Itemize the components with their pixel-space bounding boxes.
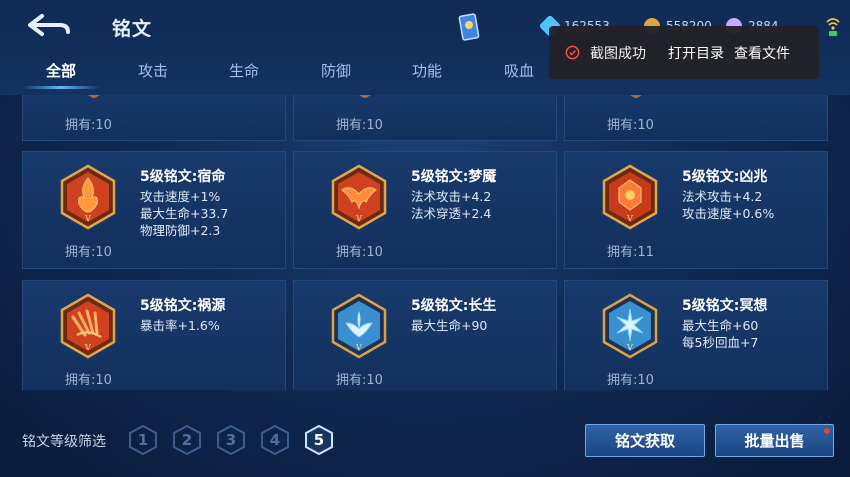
check-circle-icon xyxy=(565,45,580,60)
svg-text:V: V xyxy=(355,343,362,352)
owned-count: 拥有:10 xyxy=(65,245,112,260)
inscription-name: 5级铭文:凶兆 xyxy=(682,169,768,185)
open-folder-link[interactable]: 打开目录 xyxy=(668,43,724,63)
svg-text:V: V xyxy=(84,343,91,352)
meditation-emblem-icon: V xyxy=(602,293,658,359)
inscription-card[interactable]: 拥有:10 xyxy=(564,95,828,141)
inscription-stats: 法术攻击+4.2 法术穿透+2.4 xyxy=(411,189,492,221)
inscription-stats: 暴击率+1.6% xyxy=(140,318,220,333)
bulk-sell-button[interactable]: 批量出售 xyxy=(715,424,834,457)
nightmare-emblem-icon: V xyxy=(331,164,387,230)
notification-dot-icon xyxy=(824,428,830,434)
level-filter-5[interactable]: 5 xyxy=(304,424,334,456)
bulk-sell-label: 批量出售 xyxy=(744,432,805,450)
owned-count: 拥有:10 xyxy=(336,245,383,260)
svg-text:V: V xyxy=(626,343,633,352)
tab-all[interactable]: 全部 xyxy=(46,60,76,81)
back-arrow-icon[interactable] xyxy=(24,12,72,40)
inscription-obtain-button[interactable]: 铭文获取 xyxy=(585,424,705,457)
card-bag-icon[interactable] xyxy=(458,12,480,42)
inscription-card-fate[interactable]: V 5级铭文:宿命 攻击速度+1% 最大生命+33.7 物理防御+2.3 拥有:… xyxy=(22,151,286,269)
inscription-card-meditation[interactable]: V 5级铭文:冥想 最大生命+60 每5秒回血+7 拥有:10 xyxy=(564,280,828,390)
svg-text:V: V xyxy=(626,214,633,223)
tab-function[interactable]: 功能 xyxy=(412,60,442,81)
category-tabs: 全部 攻击 生命 防御 功能 吸血 xyxy=(0,56,560,92)
owned-count: 拥有:11 xyxy=(607,245,654,260)
inscription-name: 5级铭文:冥想 xyxy=(682,298,768,314)
inscription-stats: 法术攻击+4.2 攻击速度+0.6% xyxy=(682,189,775,221)
omen-emblem-icon: V xyxy=(602,164,658,230)
owned-count: 拥有:10 xyxy=(336,373,383,388)
fate-emblem-icon: V xyxy=(60,164,116,230)
tab-defense[interactable]: 防御 xyxy=(321,60,351,81)
inscription-name: 5级铭文:祸源 xyxy=(140,298,226,314)
inscription-stats: 攻击速度+1% 最大生命+33.7 物理防御+2.3 xyxy=(140,189,229,238)
inscription-card-longevity[interactable]: V 5级铭文:长生 最大生命+90 拥有:10 xyxy=(293,280,557,390)
calamity-emblem-icon: V xyxy=(60,293,116,359)
emblem-fragment-icon xyxy=(88,95,100,98)
page-title: 铭文 xyxy=(112,18,153,40)
inscription-card[interactable]: 拥有:10 xyxy=(22,95,286,141)
owned-count: 拥有:10 xyxy=(65,373,112,388)
toast-message: 截图成功 xyxy=(590,45,646,62)
owned-count: 拥有:10 xyxy=(65,118,112,133)
inscription-card-nightmare[interactable]: V 5级铭文:梦魇 法术攻击+4.2 法术穿透+2.4 拥有:10 xyxy=(293,151,557,269)
svg-text:V: V xyxy=(84,214,91,223)
inscription-name: 5级铭文:长生 xyxy=(411,298,497,314)
longevity-emblem-icon: V xyxy=(331,293,387,359)
bottom-bar: 铭文等级筛选 1 2 3 4 5 铭文获取 批量出售 xyxy=(0,392,850,477)
tab-lifesteal[interactable]: 吸血 xyxy=(504,60,534,81)
level-filter-2[interactable]: 2 xyxy=(172,424,202,456)
owned-count: 拥有:10 xyxy=(607,118,654,133)
tab-health[interactable]: 生命 xyxy=(229,60,259,81)
active-tab-indicator xyxy=(22,86,100,89)
inscription-card-calamity[interactable]: V 5级铭文:祸源 暴击率+1.6% 拥有:10 xyxy=(22,280,286,390)
view-file-link[interactable]: 查看文件 xyxy=(734,43,790,63)
owned-count: 拥有:10 xyxy=(336,118,383,133)
level-filter-1[interactable]: 1 xyxy=(128,424,158,456)
inscription-card-omen[interactable]: V 5级铭文:凶兆 法术攻击+4.2 攻击速度+0.6% 拥有:11 xyxy=(564,151,828,269)
inscription-stats: 最大生命+60 每5秒回血+7 xyxy=(682,318,759,350)
inscription-grid: 拥有:10 拥有:10 拥有:10 V 5级铭文:宿命 攻击速度+1% 最大生命… xyxy=(0,95,850,390)
level-filter-4[interactable]: 4 xyxy=(260,424,290,456)
inscription-stats: 最大生命+90 xyxy=(411,318,488,333)
emblem-fragment-icon xyxy=(359,95,371,98)
inscription-card[interactable]: 拥有:10 xyxy=(293,95,557,141)
tab-attack[interactable]: 攻击 xyxy=(138,60,168,81)
level-filter-label: 铭文等级筛选 xyxy=(22,434,106,450)
emblem-fragment-icon xyxy=(630,95,642,98)
level-filter-3[interactable]: 3 xyxy=(216,424,246,456)
owned-count: 拥有:10 xyxy=(607,373,654,388)
screenshot-toast: 截图成功 打开目录 查看文件 xyxy=(549,26,819,79)
wifi-icon xyxy=(826,18,840,36)
inscription-name: 5级铭文:宿命 xyxy=(140,169,226,185)
svg-text:V: V xyxy=(355,214,362,223)
inscription-name: 5级铭文:梦魇 xyxy=(411,169,497,185)
